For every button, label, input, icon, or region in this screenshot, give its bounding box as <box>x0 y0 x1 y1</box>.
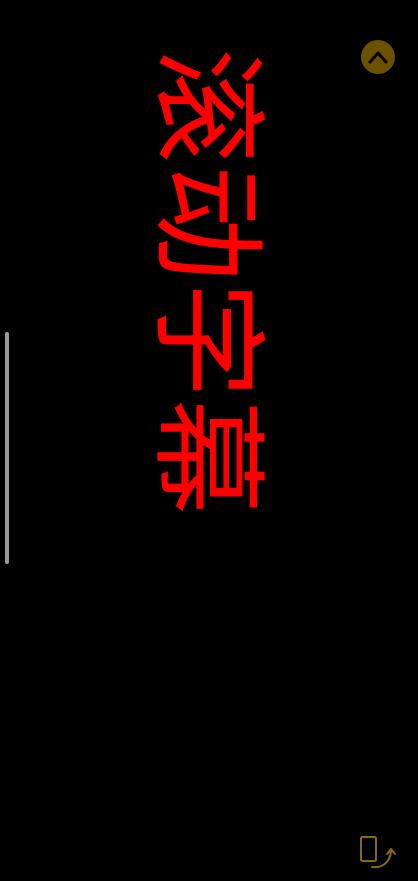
scroll-indicator[interactable] <box>5 332 9 564</box>
marquee-screen[interactable]: 滚动字幕 <box>0 0 418 881</box>
chevron-up-icon <box>368 51 388 64</box>
screen-rotate-icon <box>360 836 396 869</box>
rotate-screen-button[interactable] <box>358 834 398 872</box>
marquee-text: 滚动字幕 <box>139 48 274 516</box>
collapse-button[interactable] <box>361 40 395 74</box>
